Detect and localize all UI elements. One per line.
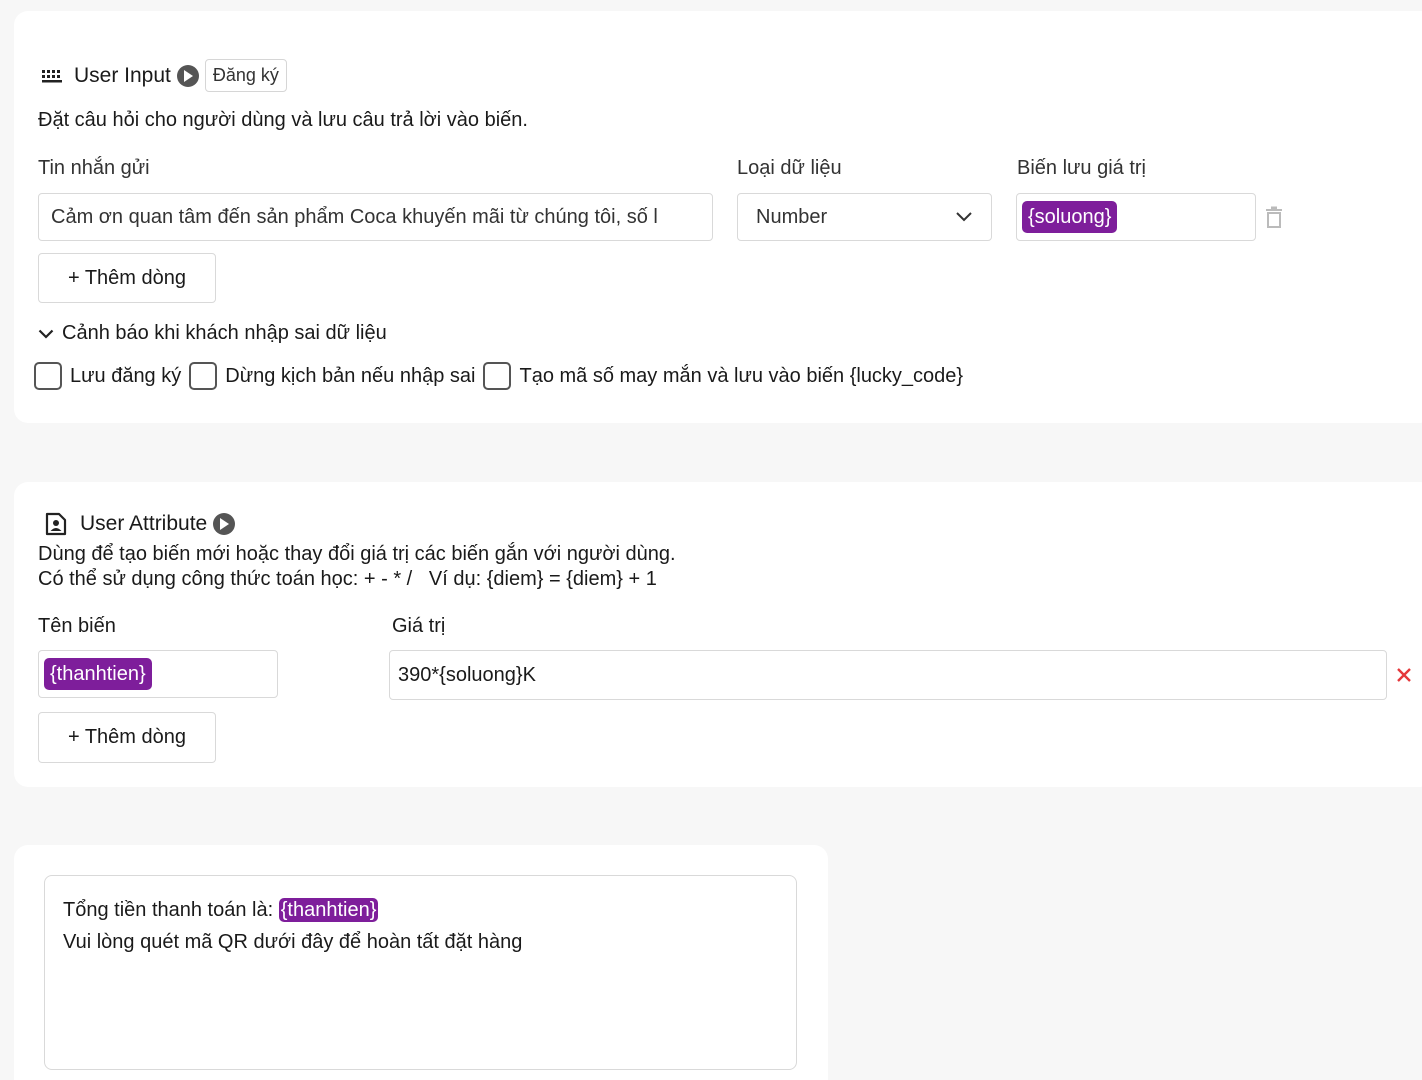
variable-name-label: Tên biến [38,615,116,637]
warning-toggle-label: Cảnh báo khi khách nhập sai dữ liệu [62,322,387,344]
lucky-code-checkbox[interactable] [483,362,512,390]
chevron-down-icon [955,206,973,229]
add-row-button[interactable]: + Thêm dòng [38,253,216,303]
keyboard-icon [41,68,63,84]
value-input[interactable]: 390*{soluong}K [389,650,1387,700]
datatype-select-value: Number [756,205,828,228]
datatype-select[interactable]: Number [737,193,992,241]
lucky-code-label: Tạo mã số may mắn và lưu vào biến {lucky… [519,364,964,387]
message-line-1: Tổng tiền thanh toán là: {thanhtien} [63,894,778,926]
user-attribute-description-1: Dùng để tạo biến mới hoặc thay đổi giá t… [38,543,676,565]
message-label: Tin nhắn gửi [38,157,150,179]
stop-script-checkbox[interactable] [189,362,218,390]
variable-input[interactable]: {soluong} [1016,193,1256,241]
message-input-value: Cảm ơn quan tâm đến sản phẩm Coca khuyến… [51,205,658,228]
save-registration-label: Lưu đăng ký [70,364,182,387]
variable-chip: {soluong} [1022,201,1118,233]
text-message-card: Tổng tiền thanh toán là: {thanhtien} Vui… [14,845,828,1080]
user-input-tag[interactable]: Đăng ký [204,59,287,92]
message-line-1-prefix: Tổng tiền thanh toán là: [63,899,279,921]
message-textarea[interactable]: Tổng tiền thanh toán là: {thanhtien} Vui… [44,875,797,1070]
value-input-text: 390*{soluong}K [398,663,536,686]
user-attribute-header: User Attribute [45,512,236,536]
options-row: Lưu đăng ký Dừng kịch bản nếu nhập sai T… [34,362,971,390]
stop-script-label: Dừng kịch bản nếu nhập sai [225,364,476,387]
message-input[interactable]: Cảm ơn quan tâm đến sản phẩm Coca khuyến… [38,193,713,241]
user-input-header: User Input Đăng ký [41,59,287,92]
close-icon[interactable] [1397,668,1411,687]
contact-card-icon [45,512,67,536]
trash-icon[interactable] [1265,206,1283,233]
user-input-title: User Input [74,63,171,87]
value-label: Giá trị [392,615,446,637]
user-attribute-description-2: Có thể sử dụng công thức toán học: + - *… [38,568,657,590]
play-icon[interactable] [176,64,199,87]
play-icon[interactable] [213,513,236,535]
datatype-label: Loại dữ liệu [737,157,842,179]
add-row-button[interactable]: + Thêm dòng [38,712,216,763]
variable-name-chip: {thanhtien} [44,658,152,690]
save-registration-checkbox[interactable] [34,362,62,390]
warning-toggle[interactable]: Cảnh báo khi khách nhập sai dữ liệu [38,321,387,346]
user-input-card: User Input Đăng ký Đặt câu hỏi cho người… [14,11,1422,423]
user-attribute-card: User Attribute Dùng để tạo biến mới hoặc… [14,482,1422,787]
message-line-2: Vui lòng quét mã QR dưới đây để hoàn tất… [63,931,523,953]
user-input-description: Đặt câu hỏi cho người dùng và lưu câu tr… [38,109,528,131]
chevron-down-icon [38,329,54,339]
variable-name-input[interactable]: {thanhtien} [38,650,278,698]
thanhtien-chip: {thanhtien} [278,898,379,922]
variable-label: Biến lưu giá trị [1017,157,1147,179]
user-attribute-title: User Attribute [80,512,208,535]
